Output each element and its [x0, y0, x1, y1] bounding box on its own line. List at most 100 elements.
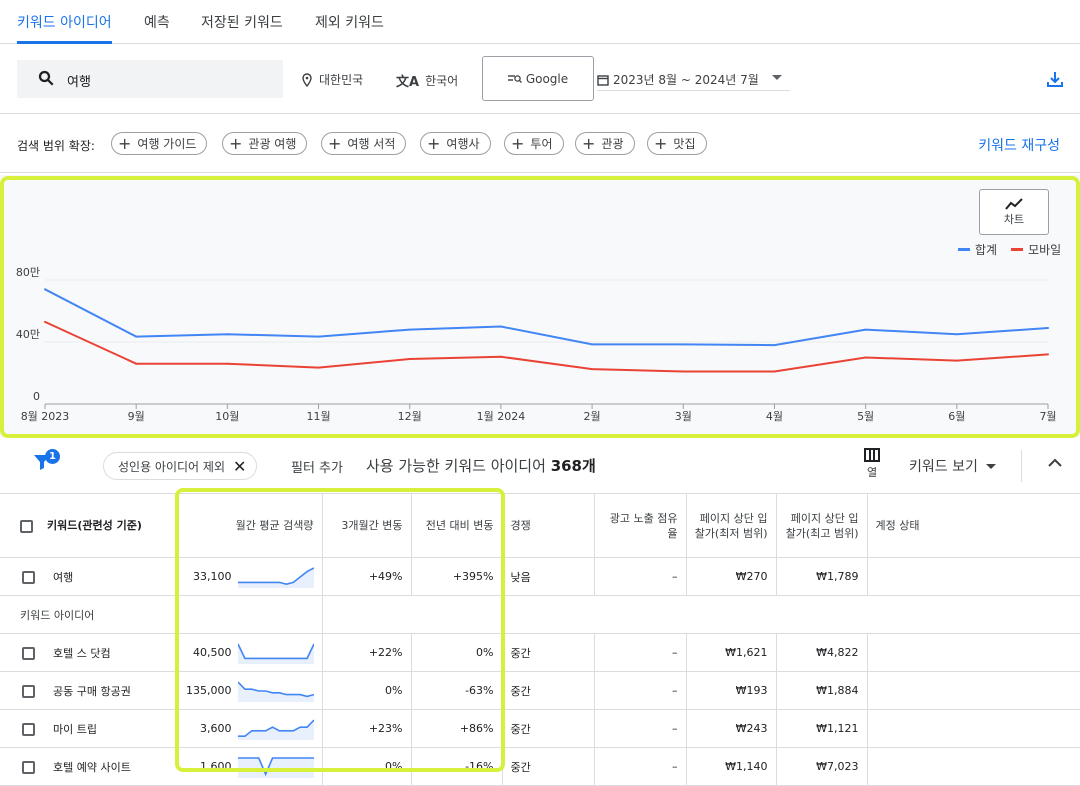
- competition-cell: 중간: [502, 671, 595, 710]
- date-range-label: 2023년 8월 ~ 2024년 7월: [613, 73, 759, 87]
- table-row[interactable]: 마이 트립 3,600 +23% +86% 중간 – ₩243 ₩1,121: [0, 709, 1080, 748]
- header-yoy[interactable]: 전년 대비 변동: [411, 493, 503, 558]
- search-network-button[interactable]: Google: [482, 56, 594, 101]
- refine-keywords-link[interactable]: 키워드 재구성: [978, 135, 1060, 155]
- sparkline-area: [237, 719, 314, 740]
- download-icon[interactable]: [1046, 70, 1064, 88]
- search-volume-chart: 0 40만 80만 8월 2023 9월 10월 11월 12월 1월 2024 2월 3월 4월 5월…: [0, 175, 1080, 437]
- competition-cell: 중간: [502, 633, 595, 672]
- plus-icon: +: [582, 133, 596, 153]
- broaden-chip[interactable]: + 여행 서적: [321, 132, 407, 155]
- broaden-chip[interactable]: + 여행 가이드: [111, 132, 208, 155]
- data-point: [135, 362, 138, 365]
- language-selector[interactable]: 文A 한국어: [396, 71, 458, 90]
- chip-label: 관광 여행: [248, 137, 297, 151]
- broaden-chip[interactable]: + 관광: [575, 132, 635, 155]
- plus-icon: +: [328, 133, 342, 153]
- keyword-cell: 여행: [53, 570, 74, 584]
- keyword-cell: 공동 구매 항공권: [53, 684, 131, 698]
- x-tick-label: 3월: [675, 410, 692, 423]
- header-competition[interactable]: 경쟁: [502, 493, 595, 558]
- keyword-search-box[interactable]: 여행: [17, 60, 283, 98]
- filter-chip-label: 성인용 아이디어 제외: [118, 459, 225, 474]
- broaden-chip[interactable]: + 맛집: [647, 132, 707, 155]
- section-header-row: 키워드 아이디어: [0, 595, 1080, 634]
- header-volume[interactable]: 월간 평균 검색량: [178, 493, 323, 558]
- tab-keyword-ideas[interactable]: 키워드 아이디어: [17, 12, 112, 32]
- columns-label: 열: [866, 466, 878, 479]
- columns-icon: [864, 448, 880, 462]
- adult-filter-chip[interactable]: 성인용 아이디어 제외 ✕: [103, 452, 258, 480]
- account-status-cell: [867, 633, 1080, 672]
- yoy-cell: 0%: [411, 633, 503, 672]
- chart-legend: 합계 모바일: [958, 241, 1061, 258]
- header-low-bid[interactable]: 페이지 상단 입찰가(최저 범위): [686, 493, 777, 558]
- close-icon[interactable]: ✕: [233, 457, 246, 476]
- volume-cell: 1,600: [200, 760, 232, 773]
- yoy-cell: -63%: [411, 671, 503, 710]
- available-count: 368개: [550, 457, 596, 475]
- header-keyword[interactable]: 키워드(관련성 기준): [0, 493, 178, 558]
- select-all-checkbox[interactable]: [20, 519, 33, 533]
- broaden-chip[interactable]: + 투어: [504, 132, 564, 155]
- row-checkbox[interactable]: [22, 571, 35, 584]
- row-checkbox[interactable]: [22, 723, 35, 736]
- x-tick-label: 2월: [584, 410, 601, 423]
- x-tick-label: 7월: [1039, 410, 1056, 423]
- calendar-icon: [597, 74, 609, 86]
- data-point: [773, 344, 776, 347]
- date-range-selector[interactable]: 2023년 8월 ~ 2024년 7월: [597, 69, 790, 91]
- data-point: [44, 320, 46, 323]
- chip-label: 관광: [601, 137, 624, 151]
- location-selector[interactable]: 대한민국: [301, 71, 363, 88]
- keyword-view-dropdown[interactable]: 키워드 보기: [909, 456, 996, 476]
- table-row[interactable]: 호텔 예약 사이트 1,600 0% -16% 중간 – ₩1,140 ₩7,023: [0, 747, 1080, 786]
- available-ideas-text: 사용 가능한 키워드 아이디어 368개: [366, 455, 596, 476]
- add-filter-button[interactable]: 필터 추가: [291, 457, 343, 476]
- row-checkbox[interactable]: [22, 685, 35, 698]
- row-checkbox[interactable]: [22, 647, 35, 660]
- keyword-cell: 호텔 스 닷컴: [53, 646, 111, 660]
- table-header-row: 키워드(관련성 기준) 월간 평균 검색량 3개월간 변동 전년 대비 변동 경…: [0, 493, 1080, 558]
- legend-label: 합계: [975, 243, 998, 257]
- filter-count-badge: 1: [45, 449, 60, 464]
- table-row[interactable]: 공동 구매 항공권 135,000 0% -63% 중간 – ₩193 ₩1,884: [0, 671, 1080, 710]
- search-query[interactable]: 여행: [67, 71, 91, 90]
- share-cell: –: [594, 671, 687, 710]
- volume-cell: 33,100: [193, 570, 232, 583]
- table-row[interactable]: 여행 33,100 +49% +395% 낮음 – ₩270 ₩1,789: [0, 557, 1080, 596]
- header-impression-share[interactable]: 광고 노출 점유율: [594, 493, 687, 558]
- tab-saved-keywords[interactable]: 저장된 키워드: [201, 12, 283, 32]
- header-high-bid[interactable]: 페이지 상단 입찰가(최고 범위): [776, 493, 868, 558]
- data-point: [226, 333, 229, 336]
- translate-icon: 文A: [396, 75, 420, 90]
- tab-negative-keywords[interactable]: 제외 키워드: [315, 12, 384, 32]
- row-checkbox[interactable]: [22, 761, 35, 774]
- high-bid-cell: ₩1,789: [776, 557, 868, 596]
- chip-label: 여행 가이드: [137, 137, 197, 151]
- chevron-up-icon[interactable]: [1048, 458, 1062, 468]
- header-three-month[interactable]: 3개월간 변동: [322, 493, 412, 558]
- three-month-cell: +22%: [322, 633, 412, 672]
- high-bid-cell: ₩7,023: [776, 747, 868, 786]
- data-point: [499, 325, 502, 328]
- table-row[interactable]: 호텔 스 닷컴 40,500 +22% 0% 중간 – ₩1,621 ₩4,822: [0, 633, 1080, 672]
- divider: [1021, 450, 1022, 482]
- search-toolbar: 여행 대한민국 文A 한국어 Google 2023년 8월 ~ 2024년 7…: [0, 44, 1080, 114]
- sparkline-area: [237, 567, 314, 588]
- trend-sparkline: [237, 718, 314, 740]
- volume-cell: 3,600: [200, 722, 232, 735]
- broaden-search-bar: 검색 범위 확장: + 여행 가이드 + 관광 여행 + 여행 서적 + 여행사 + 투어…: [0, 115, 1080, 173]
- broaden-chip[interactable]: + 관광 여행: [222, 132, 308, 155]
- language-label: 한국어: [425, 74, 459, 88]
- y-tick-label: 40만: [16, 328, 40, 341]
- broaden-chip[interactable]: + 여행사: [420, 132, 491, 155]
- columns-button[interactable]: 열: [858, 448, 886, 480]
- share-cell: –: [594, 557, 687, 596]
- chart-type-button[interactable]: 차트: [979, 189, 1049, 235]
- three-month-cell: +49%: [322, 557, 412, 596]
- tab-forecast[interactable]: 예측: [144, 12, 170, 32]
- header-account-status[interactable]: 계정 상태: [867, 493, 1080, 558]
- chip-label: 투어: [530, 137, 553, 151]
- chip-label: 여행사: [446, 137, 480, 151]
